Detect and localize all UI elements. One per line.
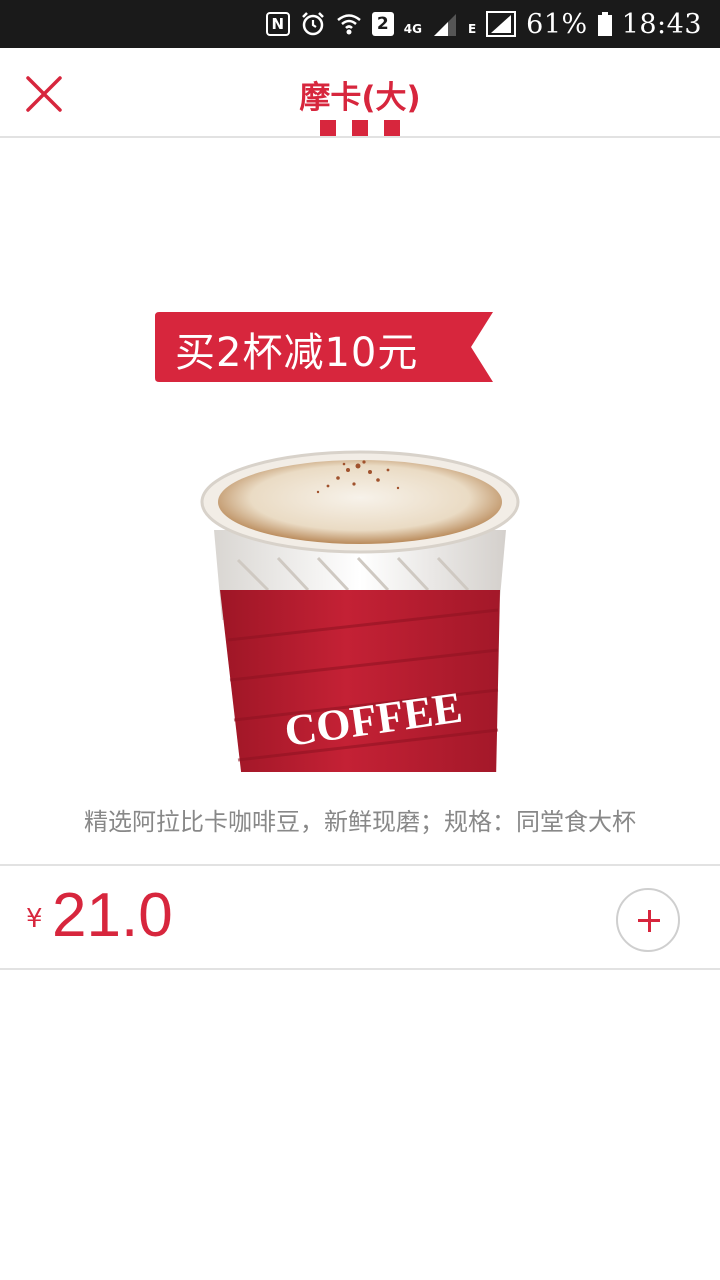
price-row: ¥ 21.0 bbox=[0, 866, 720, 970]
status-bar: N 2 4G E 61% 18:43 bbox=[0, 0, 720, 48]
battery-icon bbox=[597, 12, 612, 36]
signal-icon bbox=[432, 10, 458, 38]
battery-percent: 61% bbox=[526, 8, 588, 40]
price-value: 21.0 bbox=[52, 881, 173, 950]
divider bbox=[0, 968, 720, 970]
signal-icon-2 bbox=[486, 10, 517, 38]
network-type-4g: 4G bbox=[403, 22, 422, 36]
add-to-cart-button[interactable] bbox=[616, 888, 680, 952]
alarm-icon bbox=[300, 10, 326, 38]
sim2-icon: 2 bbox=[371, 12, 394, 36]
clock: 18:43 bbox=[621, 8, 702, 40]
wifi-icon bbox=[336, 10, 362, 38]
currency-symbol: ¥ bbox=[26, 904, 43, 934]
coffee-cup-image: COFFEE bbox=[200, 450, 520, 772]
product-image: 买2杯减10元 COFFEE bbox=[0, 140, 720, 772]
header: 摩卡(大) bbox=[0, 48, 720, 138]
nfc-icon: N bbox=[265, 12, 290, 36]
page-title: 摩卡(大) bbox=[299, 80, 421, 116]
title-indicator bbox=[320, 120, 400, 136]
network-type-e: E bbox=[467, 22, 477, 36]
product-description: 精选阿拉比卡咖啡豆，新鲜现磨；规格：同堂食大杯 bbox=[84, 808, 636, 836]
promo-badge: 买2杯减10元 bbox=[175, 330, 419, 376]
